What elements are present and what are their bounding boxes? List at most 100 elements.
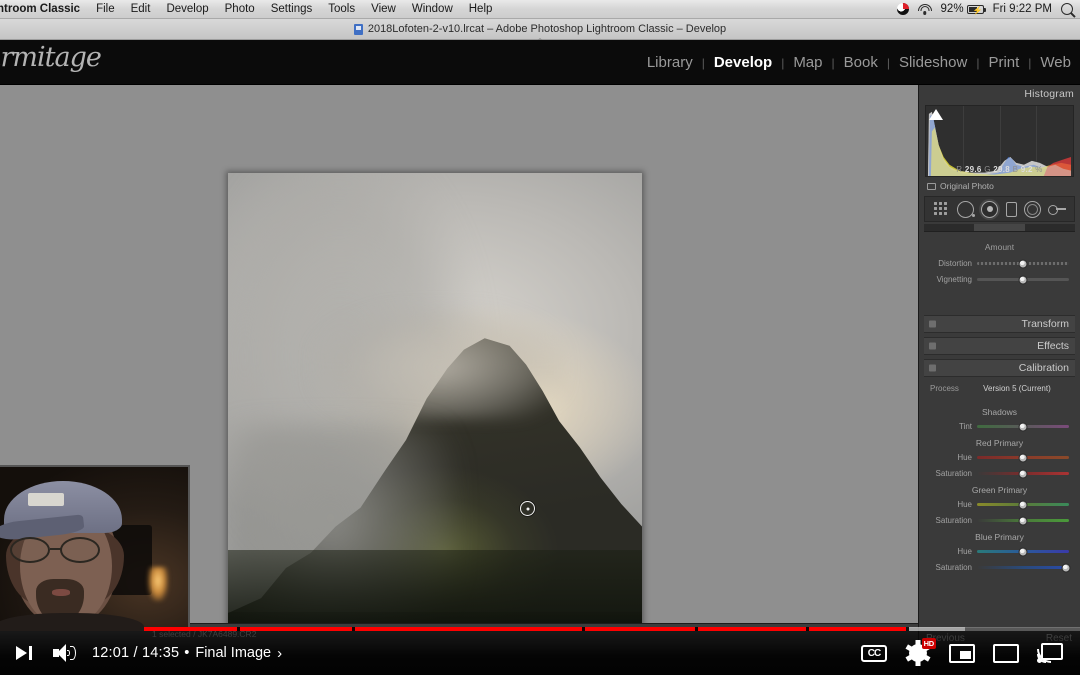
- loupe-photo[interactable]: [228, 173, 642, 675]
- dropbox-icon[interactable]: [896, 3, 909, 15]
- module-map[interactable]: Map: [784, 54, 831, 71]
- slider-blue-saturation-track[interactable]: [977, 563, 1071, 572]
- slider-distortion[interactable]: Distortion: [924, 259, 1075, 268]
- menu-file[interactable]: File: [88, 0, 123, 19]
- module-web[interactable]: Web: [1031, 54, 1080, 71]
- slider-red-saturation[interactable]: Saturation: [924, 469, 1075, 478]
- captions-button[interactable]: CC: [854, 633, 894, 673]
- wifi-icon[interactable]: [917, 3, 932, 15]
- module-develop[interactable]: Develop: [705, 54, 781, 71]
- process-version-row[interactable]: Process Version 5 (Current): [924, 381, 1075, 401]
- slider-distortion-track[interactable]: [977, 259, 1069, 268]
- menu-clock[interactable]: Fri 9:22 PM: [993, 3, 1052, 15]
- histogram-title: Histogram: [1024, 88, 1074, 100]
- spot-removal-tool[interactable]: [981, 200, 999, 218]
- menu-edit[interactable]: Edit: [123, 0, 159, 19]
- slider-red-hue[interactable]: Hue: [924, 453, 1075, 462]
- menu-settings[interactable]: Settings: [263, 0, 321, 19]
- spot-removal-tool-outline[interactable]: [956, 200, 975, 218]
- battery-charging-icon: ⚡: [966, 4, 986, 15]
- panel-calibration[interactable]: Calibration: [924, 359, 1075, 377]
- spotlight-search-icon[interactable]: [1061, 3, 1073, 15]
- slider-green-saturation[interactable]: Saturation: [924, 516, 1075, 525]
- menu-window[interactable]: Window: [404, 0, 461, 19]
- miniplayer-button[interactable]: [942, 633, 982, 673]
- slider-shadows-tint[interactable]: Tint: [924, 422, 1075, 431]
- histogram-unit: %: [1035, 165, 1043, 174]
- slider-shadows-tint-label: Tint: [958, 422, 972, 431]
- slider-red-saturation-label: Saturation: [935, 469, 972, 478]
- menu-tools[interactable]: Tools: [320, 0, 363, 19]
- original-photo-toggle[interactable]: Original Photo: [919, 177, 1080, 195]
- settings-button[interactable]: HD: [898, 633, 938, 673]
- panel-disclosure-icon[interactable]: [929, 320, 936, 328]
- panel-effects-title: Effects: [1037, 340, 1069, 352]
- slider-blue-hue[interactable]: Hue: [924, 547, 1075, 556]
- screen-root: htroom Classic File Edit Develop Photo S…: [0, 0, 1080, 675]
- youtube-chapter[interactable]: • Final Image ›: [184, 645, 282, 662]
- youtube-right-controls: CC HD: [854, 633, 1080, 673]
- slider-green-hue-label: Hue: [957, 500, 972, 509]
- panel-disclosure-icon[interactable]: [929, 364, 936, 372]
- slider-blue-saturation-label: Saturation: [935, 563, 972, 572]
- calibration-body: Process Version 5 (Current) Shadows Tint…: [924, 377, 1075, 585]
- menu-view[interactable]: View: [363, 0, 404, 19]
- panel-transform[interactable]: Transform: [924, 315, 1075, 333]
- module-book[interactable]: Book: [835, 54, 887, 71]
- window-title: 2018Lofoten-2-v10.lrcat – Adobe Photosho…: [367, 23, 727, 35]
- menu-develop[interactable]: Develop: [158, 0, 216, 19]
- shadow-clipping-triangle[interactable]: [929, 109, 943, 120]
- panel-disclosure-icon[interactable]: [929, 342, 936, 350]
- menu-photo[interactable]: Photo: [217, 0, 263, 19]
- photo-peak-mist: [310, 303, 568, 419]
- slider-vignetting[interactable]: Vignetting: [924, 275, 1075, 284]
- histogram-r-value: 29.6: [964, 165, 982, 174]
- identity-plate-signature[interactable]: Armitage: [0, 42, 142, 82]
- slider-green-saturation-track[interactable]: [977, 516, 1069, 525]
- catalog-file-icon: [353, 23, 363, 35]
- menu-help[interactable]: Help: [461, 0, 501, 19]
- panel-effects[interactable]: Effects: [924, 337, 1075, 355]
- tab-extra[interactable]: [1024, 224, 1075, 232]
- module-slideshow[interactable]: Slideshow: [890, 54, 976, 71]
- volume-button[interactable]: [44, 633, 84, 673]
- process-value[interactable]: Version 5 (Current): [965, 384, 1069, 393]
- volume-icon: [53, 644, 76, 662]
- adjustment-brush-tool[interactable]: [1048, 201, 1067, 218]
- slider-green-hue-track[interactable]: [977, 500, 1069, 509]
- module-print[interactable]: Print: [979, 54, 1028, 71]
- slider-red-hue-track[interactable]: [977, 453, 1069, 462]
- histogram-graph[interactable]: R 29.6 G 29.8 B 9.2 %: [925, 105, 1074, 177]
- histogram-panel-header[interactable]: Histogram: [919, 85, 1080, 103]
- histogram-r-label: R: [956, 165, 963, 174]
- histogram-b-label: B: [1012, 165, 1019, 174]
- slider-green-hue[interactable]: Hue: [924, 500, 1075, 509]
- develop-tool-strip: [924, 196, 1075, 222]
- tab-manual[interactable]: [974, 224, 1025, 232]
- spot-removal-cursor: [520, 501, 535, 516]
- lens-corrections-tabs: [924, 224, 1075, 232]
- tab-profile[interactable]: [924, 224, 975, 232]
- crop-overlay-tool[interactable]: [933, 201, 950, 218]
- cast-button[interactable]: [1030, 633, 1070, 673]
- slider-distortion-label: Distortion: [938, 259, 972, 268]
- slider-shadows-tint-track[interactable]: [977, 422, 1069, 431]
- checkbox-icon[interactable]: [927, 182, 936, 190]
- slider-red-saturation-track[interactable]: [977, 469, 1069, 478]
- theater-mode-button[interactable]: [986, 633, 1026, 673]
- radial-filter-tool[interactable]: [1023, 200, 1041, 218]
- next-video-button[interactable]: [4, 633, 44, 673]
- theater-mode-icon: [993, 643, 1019, 663]
- slider-blue-hue-track[interactable]: [977, 547, 1069, 556]
- red-eye-correction-tool[interactable]: [1005, 201, 1017, 217]
- battery-status[interactable]: 92% ⚡: [941, 3, 986, 15]
- menu-app-name[interactable]: htroom Classic: [0, 0, 88, 19]
- histogram-g-label: G: [984, 165, 991, 174]
- slider-vignetting-track[interactable]: [977, 275, 1069, 284]
- module-library[interactable]: Library: [638, 54, 702, 71]
- histogram-readout: R 29.6 G 29.8 B 9.2 %: [926, 165, 1073, 174]
- group-blue-primary-title: Blue Primary: [975, 532, 1024, 542]
- slider-blue-saturation[interactable]: Saturation: [924, 563, 1075, 572]
- slider-vignetting-label: Vignetting: [936, 275, 972, 284]
- process-label: Process: [930, 384, 959, 393]
